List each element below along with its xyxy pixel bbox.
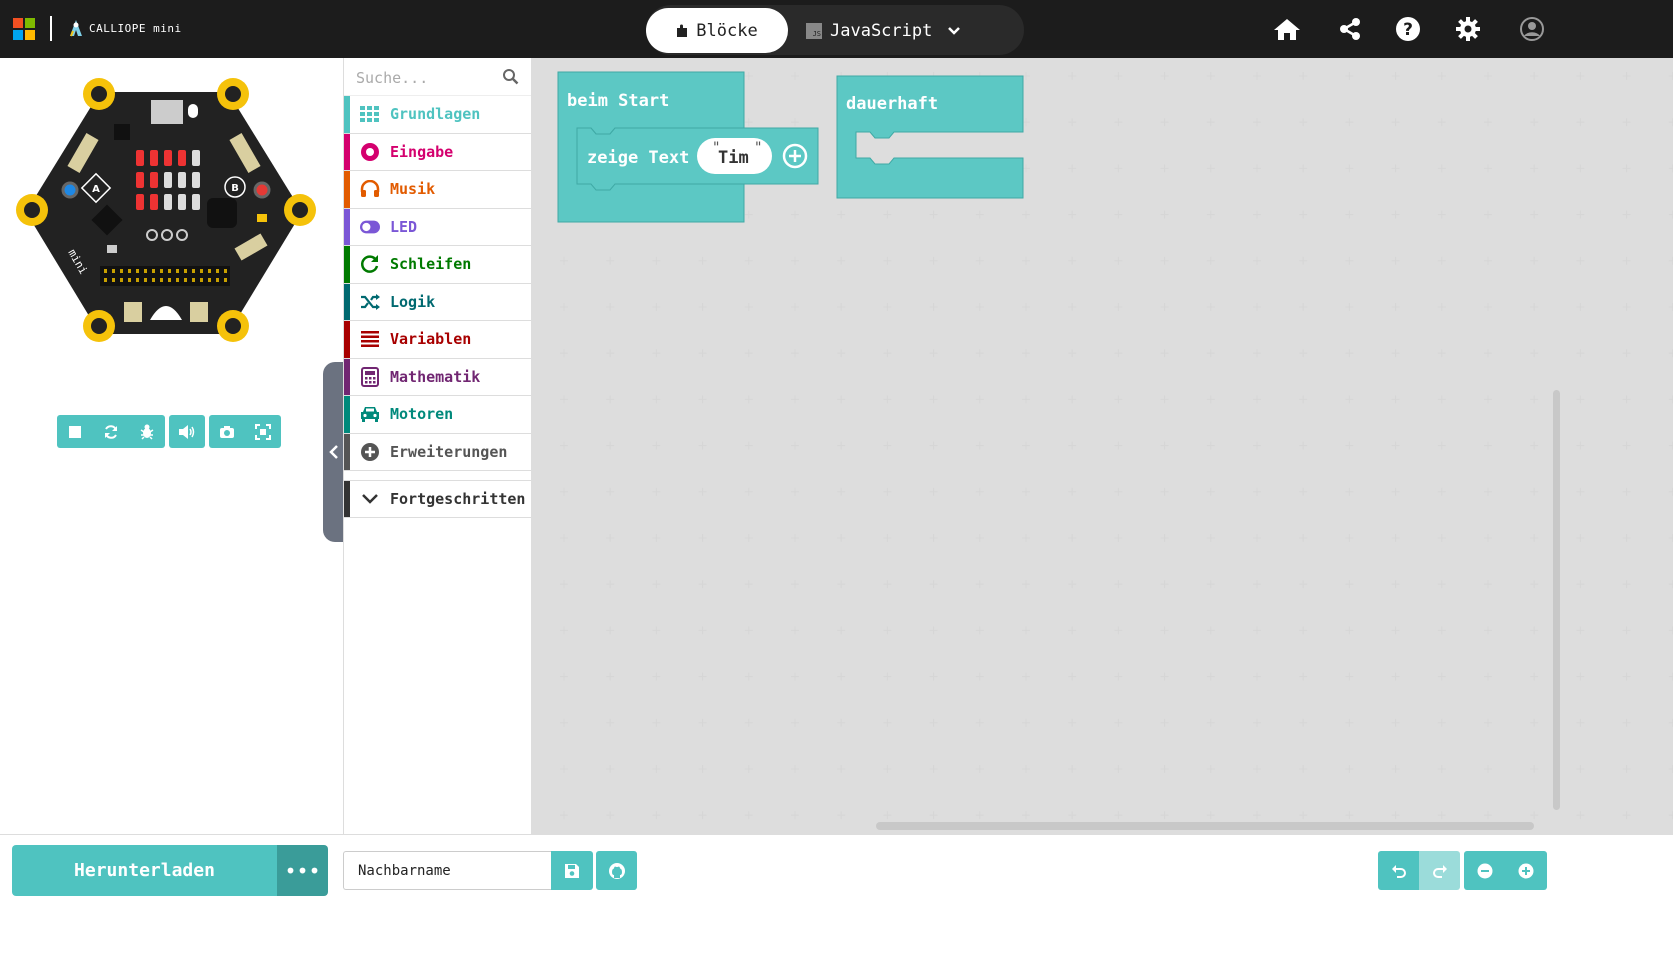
category-label: Eingabe xyxy=(390,142,454,161)
fullscreen-icon[interactable] xyxy=(245,415,281,448)
calliope-board[interactable]: A B mini xyxy=(12,72,322,348)
javascript-mode-button[interactable]: JS JavaScript xyxy=(806,8,962,53)
headphones-icon xyxy=(360,179,380,199)
github-button[interactable] xyxy=(596,851,637,890)
show-text-block[interactable]: zeige Text " Tim " xyxy=(576,127,819,191)
category-eingabe[interactable]: Eingabe xyxy=(344,133,531,171)
workspace-grid: beim Start zeige Text " Tim " dauerhaft xyxy=(532,58,1673,834)
category-mathematik[interactable]: Mathematik xyxy=(344,358,531,396)
toolbox-collapse-handle[interactable] xyxy=(323,362,344,542)
home-icon[interactable] xyxy=(1272,14,1302,44)
car-icon xyxy=(360,404,380,424)
github-icon xyxy=(608,862,625,879)
workspace-horizontal-scrollbar[interactable] xyxy=(876,822,1534,830)
brand-name: CALLIOPE mini xyxy=(89,21,182,35)
calliope-logo-icon xyxy=(70,20,82,37)
sim-controls-group xyxy=(57,415,165,448)
zoom-out-icon[interactable] xyxy=(1464,851,1505,890)
loop-icon xyxy=(360,254,380,274)
bottom-toolbar: Herunterladen ••• xyxy=(0,834,1673,962)
category-led[interactable]: LED xyxy=(344,208,531,246)
chevron-down-icon xyxy=(360,489,380,509)
share-icon[interactable] xyxy=(1335,14,1365,44)
more-options-button[interactable]: ••• xyxy=(277,845,328,896)
list-icon xyxy=(360,329,380,349)
settings-icon[interactable] xyxy=(1453,14,1483,44)
search-icon[interactable] xyxy=(502,68,519,85)
user-icon[interactable] xyxy=(1517,14,1547,44)
category-fortgeschritten[interactable]: Fortgeschritten xyxy=(344,480,531,518)
redo-icon[interactable] xyxy=(1419,851,1460,890)
toolbox-search-input[interactable] xyxy=(356,66,501,90)
category-musik[interactable]: Musik xyxy=(344,171,531,209)
category-label: Grundlagen xyxy=(390,105,481,124)
sim-view-group xyxy=(209,415,281,448)
category-motoren[interactable]: Motoren xyxy=(344,396,531,434)
calliope-brand[interactable]: CALLIOPE mini xyxy=(68,19,182,37)
category-label: Variablen xyxy=(390,330,472,349)
download-button[interactable]: Herunterladen xyxy=(12,845,277,896)
undo-icon[interactable] xyxy=(1378,851,1419,890)
zoom-group xyxy=(1464,851,1547,890)
category-schleifen[interactable]: Schleifen xyxy=(344,246,531,284)
ellipsis-icon: ••• xyxy=(284,858,321,883)
workspace-vertical-scrollbar[interactable] xyxy=(1553,390,1560,810)
javascript-mode-label: JavaScript xyxy=(830,20,933,41)
svg-text:": " xyxy=(754,140,762,156)
category-grundlagen[interactable]: Grundlagen xyxy=(344,96,531,134)
text-value: Tim xyxy=(718,148,749,168)
restart-icon[interactable] xyxy=(93,415,129,448)
download-group: Herunterladen ••• xyxy=(12,845,328,896)
on-start-label: beim Start xyxy=(567,91,669,111)
toolbox-search xyxy=(344,58,531,96)
category-label: Motoren xyxy=(390,405,454,424)
js-file-icon: JS xyxy=(806,22,822,39)
stop-icon[interactable] xyxy=(57,415,93,448)
category-label: Mathematik xyxy=(390,367,481,386)
show-text-label: zeige Text xyxy=(587,148,689,168)
chevron-left-icon xyxy=(328,445,338,459)
simulator-toolbar xyxy=(57,415,281,448)
category-erweiterungen[interactable]: Erweiterungen xyxy=(344,433,531,471)
category-label: LED xyxy=(390,217,418,236)
sim-mute-group xyxy=(169,415,205,448)
category-label: Schleifen xyxy=(390,255,472,274)
category-variablen[interactable]: Variablen xyxy=(344,321,531,359)
toggle-icon xyxy=(360,217,380,237)
microsoft-logo[interactable] xyxy=(13,18,35,40)
debug-icon[interactable] xyxy=(129,415,165,448)
help-icon[interactable]: ? xyxy=(1393,14,1423,44)
save-icon xyxy=(565,863,579,878)
blocks-mode-button[interactable]: Blöcke xyxy=(646,8,788,53)
header-divider xyxy=(50,16,52,41)
editor-mode-toggle: Blöcke JS JavaScript xyxy=(646,5,1024,55)
calculator-icon xyxy=(360,366,380,387)
button-a-label: A xyxy=(92,184,100,195)
undo-redo-group xyxy=(1378,851,1460,890)
category-logik[interactable]: Logik xyxy=(344,283,531,321)
mute-icon[interactable] xyxy=(169,415,205,448)
puzzle-icon xyxy=(677,24,688,37)
plus-circle-icon xyxy=(360,442,380,462)
blocks-mode-label: Blöcke xyxy=(696,20,758,41)
block-toolbox: Grundlagen Eingabe Musik LED Schleifen L… xyxy=(343,58,532,834)
chevron-down-icon[interactable] xyxy=(946,25,962,37)
button-b-label: B xyxy=(231,183,239,194)
save-button[interactable] xyxy=(551,851,593,890)
project-name-input[interactable] xyxy=(343,851,551,890)
category-label: Musik xyxy=(390,180,436,199)
svg-text:?: ? xyxy=(1403,20,1413,40)
top-header: CALLIOPE mini Blöcke JS JavaScript ? xyxy=(0,0,1673,58)
screenshot-icon[interactable] xyxy=(209,415,245,448)
input-icon xyxy=(360,142,380,162)
simulator-panel: A B mini xyxy=(0,58,343,834)
block-workspace[interactable]: beim Start zeige Text " Tim " dauerhaft xyxy=(532,58,1673,834)
category-label: Fortgeschritten xyxy=(390,490,526,508)
category-label: Logik xyxy=(390,292,436,311)
forever-label: dauerhaft xyxy=(846,94,938,114)
shuffle-icon xyxy=(360,292,380,312)
grid-icon xyxy=(360,104,380,124)
category-label: Erweiterungen xyxy=(390,442,508,461)
zoom-in-icon[interactable] xyxy=(1505,851,1546,890)
